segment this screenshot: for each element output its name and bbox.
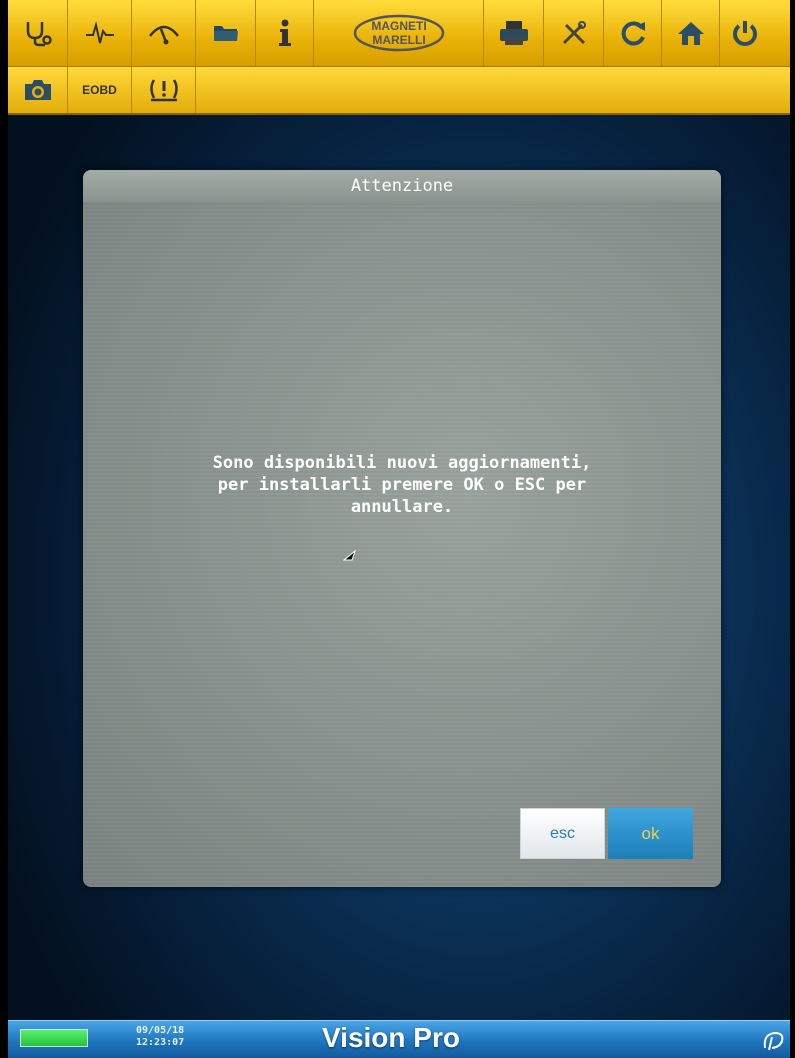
magneti-marelli-logo-button[interactable]: MAGNETI MARELLI: [314, 0, 484, 66]
gauge-icon: [148, 25, 179, 45]
print-button[interactable]: [484, 0, 544, 66]
main-toolbar: MAGNETI MARELLI: [8, 0, 790, 67]
refresh-button[interactable]: [604, 0, 662, 66]
message-line: per installarli premere OK o ESC per: [217, 475, 587, 495]
tools-icon: [562, 21, 586, 45]
brand-title: Vision Pro: [322, 1022, 460, 1053]
time-text: 12:23:07: [136, 1037, 185, 1048]
mouse-cursor-icon: [343, 550, 356, 561]
status-bar: 09/05/18 12:23:07 Vision Pro: [8, 1020, 790, 1058]
dialog-message: Sono disponibili nuovi aggiornamenti, pe…: [123, 452, 681, 518]
svg-text:MAGNETI: MAGNETI: [371, 19, 426, 33]
ok-button[interactable]: ok: [608, 808, 693, 859]
eobd-label: EOBD: [82, 83, 117, 97]
stethoscope-icon: [26, 22, 52, 47]
corner-logo-icon: [763, 1031, 784, 1051]
esc-button[interactable]: esc: [520, 808, 605, 859]
magneti-marelli-logo: MAGNETI MARELLI: [353, 14, 444, 52]
refresh-icon: [621, 21, 645, 46]
oscilloscope-button[interactable]: [68, 0, 132, 66]
tpms-button[interactable]: [132, 67, 196, 113]
attention-dialog: Attenzione Sono disponibili nuovi aggior…: [83, 170, 721, 887]
eobd-button[interactable]: EOBD: [68, 67, 132, 113]
camera-icon: [24, 80, 51, 100]
power-icon: [733, 21, 757, 46]
home-icon: [677, 22, 704, 45]
power-button[interactable]: [720, 0, 770, 66]
info-icon: [278, 19, 291, 46]
printer-icon: [499, 21, 528, 45]
date-text: 09/05/18: [136, 1025, 185, 1036]
oscilloscope-icon: [85, 21, 114, 44]
secondary-toolbar: EOBD: [8, 67, 790, 115]
message-line: Sono disponibili nuovi aggiornamenti,: [212, 453, 592, 473]
stethoscope-button[interactable]: [8, 0, 68, 66]
gauge-button[interactable]: [132, 0, 196, 66]
dialog-title: Attenzione: [83, 170, 721, 202]
camera-button[interactable]: [8, 67, 68, 113]
tools-button[interactable]: [544, 0, 604, 66]
info-button[interactable]: [256, 0, 314, 66]
folder-icon: [213, 26, 238, 41]
message-line: annullare.: [350, 497, 454, 517]
tpms-warning-icon: [149, 79, 178, 102]
datetime-display: 09/05/18 12:23:07: [136, 1025, 184, 1049]
home-button[interactable]: [662, 0, 720, 66]
battery-indicator: [20, 1029, 88, 1047]
svg-text:MARELLI: MARELLI: [372, 33, 425, 47]
folder-button[interactable]: [196, 0, 256, 66]
